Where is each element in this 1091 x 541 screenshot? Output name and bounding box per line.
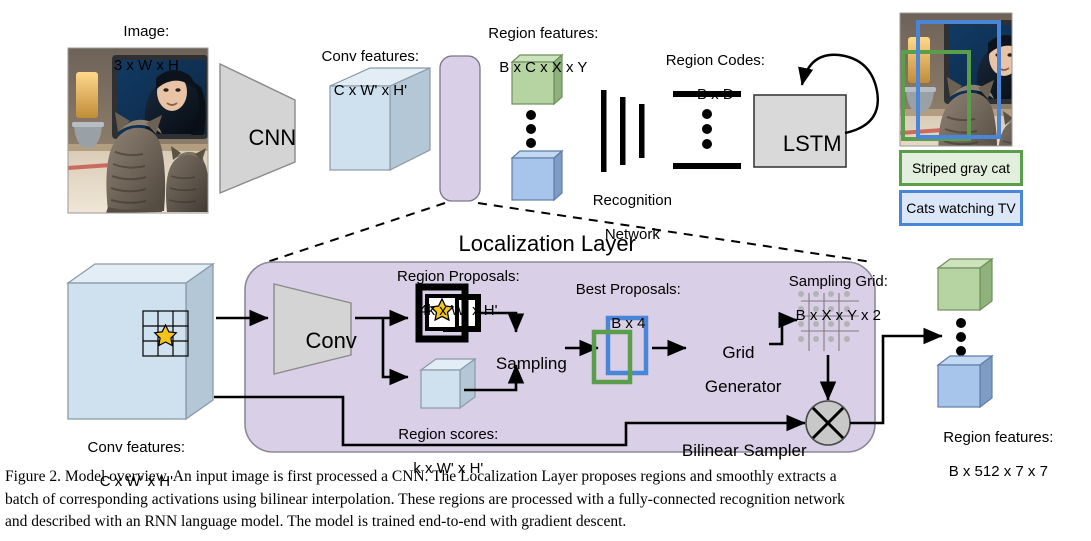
grid-generator-line1: Grid [722, 343, 755, 362]
caption-line-2: and described with an RNN language model… [5, 513, 627, 530]
lstm-label: LSTM [782, 131, 842, 156]
figure-model-overview: Image: 3 x W x H CNN Conv features: C x … [0, 0, 1091, 541]
region-features-top-line1: Region features: [488, 25, 599, 42]
output-tag-striped-gray-cat: Striped gray cat [899, 150, 1023, 186]
region-proposals-label: Region Proposals: 4k x W' x H' [378, 251, 522, 336]
region-scores-line1: Region scores: [398, 426, 499, 443]
best-proposals-line2: B x 4 [611, 315, 646, 332]
region-features-ellipsis-vertical [526, 110, 536, 148]
output-cube-blue [936, 354, 994, 409]
best-proposals-line1: Best Proposals: [575, 281, 681, 298]
figure-caption: Figure 2. Model overview. An input image… [5, 466, 1086, 534]
region-features-label-top: Region features: B x C x X x Y [465, 8, 605, 93]
region-scores-cube [419, 357, 477, 410]
recognition-network-line1: Recognition [592, 192, 672, 209]
region-codes-label: Region Codes: B x D [645, 35, 769, 120]
sampling-grid-label: Sampling Grid: B x X x Y x 2 [762, 256, 898, 341]
input-conv-features-cube [65, 262, 216, 421]
best-proposals-label: Best Proposals: B x 4 [558, 264, 682, 349]
image-label-line2: 3 x W x H [113, 57, 179, 74]
grid-generator-label: Grid Generator [686, 327, 782, 412]
output-cube-green [936, 257, 994, 312]
region-proposals-line2: 4k x W' x H' [419, 302, 498, 319]
output-ellipsis-vertical [956, 318, 966, 356]
input-conv-features-line1: Conv features: [87, 439, 186, 456]
recognition-network-bars [601, 90, 645, 172]
sampling-label: Sampling [495, 354, 567, 373]
image-label-line1: Image: [123, 23, 170, 40]
caption-line-0: Figure 2. Model overview. An input image… [5, 468, 837, 485]
conv-features-label-top: Conv features: C x W' x H' [300, 31, 424, 116]
cnn-label: CNN [248, 125, 297, 150]
sampling-grid-line1: Sampling Grid: [788, 273, 888, 290]
region-features-top-line2: B x C x X x Y [499, 59, 588, 76]
sampling-grid-line2: B x X x Y x 2 [795, 307, 881, 324]
caption-line-1: batch of corresponding activations using… [5, 490, 845, 508]
output-tag-1-text: Cats watching TV [906, 200, 1016, 216]
output-tag-cats-watching-tv: Cats watching TV [899, 190, 1023, 226]
output-region-features-line1: Region features: [943, 429, 1054, 446]
output-tag-0-text: Striped gray cat [911, 160, 1011, 176]
grid-generator-line2: Generator [704, 377, 782, 396]
image-label: Image: 3 x W x H [78, 6, 198, 91]
region-codes-line2: B x D [696, 86, 734, 103]
bilinear-sampler-node [805, 400, 851, 446]
conv-label: Conv [305, 328, 357, 353]
region-proposals-line1: Region Proposals: [397, 268, 520, 285]
region-features-cube-blue [510, 149, 564, 202]
conv-features-top-line1: Conv features: [321, 48, 420, 65]
region-codes-line1: Region Codes: [665, 52, 765, 69]
conv-features-top-line2: C x W' x H' [333, 82, 407, 99]
